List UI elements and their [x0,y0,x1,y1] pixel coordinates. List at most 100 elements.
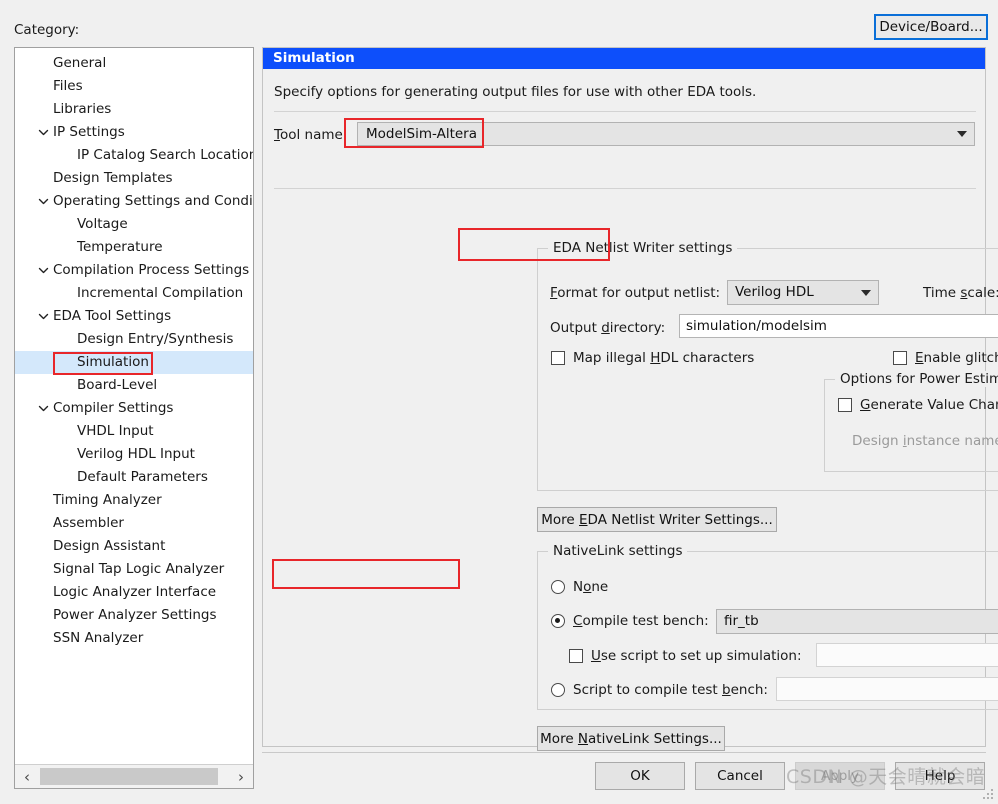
ok-button-label: OK [630,768,650,784]
tree-item-verilog-hdl-input[interactable]: Verilog HDL Input [15,443,253,466]
tree-item-compilation-process-settings[interactable]: Compilation Process Settings [15,259,253,282]
use-script-setup-label: Use script to set up simulation: [591,648,802,664]
tree-item-signal-tap-logic-analyzer[interactable]: Signal Tap Logic Analyzer [15,558,253,581]
tree-item-label: IP Catalog Search Locations [77,147,253,163]
tree-item-label: Logic Analyzer Interface [53,584,217,600]
tree-item-ip-settings[interactable]: IP Settings [15,121,253,144]
format-label: Format for output netlist: [550,285,721,301]
tree-item-label: Verilog HDL Input [77,446,195,462]
tree-item-label: Incremental Compilation [77,285,244,301]
tree-item-operating-settings-and-conditions[interactable]: Operating Settings and Conditions [15,190,253,213]
tree-item-design-templates[interactable]: Design Templates [15,167,253,190]
use-script-setup-checkbox[interactable] [569,649,583,663]
compile-test-bench-dropdown[interactable]: fir_tb [716,609,998,634]
tree-item-compiler-settings[interactable]: Compiler Settings [15,397,253,420]
chevron-down-icon[interactable] [36,305,50,328]
enable-glitch-filtering-checkbox[interactable] [893,351,907,365]
compile-test-bench-value: fir_tb [724,613,759,629]
map-illegal-hdl-checkbox[interactable] [551,351,565,365]
tree-item-label: EDA Tool Settings [53,308,172,324]
resize-grip[interactable] [983,789,995,801]
chevron-down-icon[interactable] [36,190,50,213]
help-button[interactable]: Help [895,762,985,790]
nativelink-none-radio[interactable] [551,580,565,594]
tree-item-label: IP Settings [53,124,125,140]
tree-item-board-level[interactable]: Board-Level [15,374,253,397]
more-eda-netlist-writer-settings-button[interactable]: More EDA Netlist Writer Settings... [537,507,777,532]
generate-vcd-checkbox[interactable] [838,398,852,412]
format-value: Verilog HDL [735,284,814,300]
chevron-down-icon[interactable] [36,259,50,282]
tree-item-vhdl-input[interactable]: VHDL Input [15,420,253,443]
tree-item-label: VHDL Input [77,423,154,439]
tree-item-eda-tool-settings[interactable]: EDA Tool Settings [15,305,253,328]
compile-test-bench-radio-row[interactable]: Compile test bench: [551,613,709,629]
tree-item-label: Simulation [77,354,149,370]
use-script-setup-input[interactable] [816,643,998,667]
nativelink-settings-group: NativeLink settings None Compile test be… [537,543,998,710]
enable-glitch-filtering-checkbox-row[interactable]: Enable glitch filtering [893,350,998,366]
tree-item-incremental-compilation[interactable]: Incremental Compilation [15,282,253,305]
compile-test-bench-label: Compile test bench: [573,613,709,629]
generate-vcd-checkbox-row[interactable]: Generate Value Change Dump (VCD) file sc… [838,397,998,413]
tree-item-general[interactable]: General [15,52,253,75]
category-label: Category: [14,22,80,38]
tree-item-label: Design Assistant [53,538,166,554]
tree-item-files[interactable]: Files [15,75,253,98]
enable-glitch-filtering-label: Enable glitch filtering [915,350,998,366]
tool-name-dropdown[interactable]: ModelSim-Altera [357,122,975,146]
tree-item-design-assistant[interactable]: Design Assistant [15,535,253,558]
ok-button[interactable]: OK [595,762,685,790]
nativelink-none-radio-row[interactable]: None [551,579,608,595]
tree-item-power-analyzer-settings[interactable]: Power Analyzer Settings [15,604,253,627]
cancel-button[interactable]: Cancel [695,762,785,790]
tree-item-temperature[interactable]: Temperature [15,236,253,259]
tree-item-label: Compilation Process Settings [53,262,250,278]
more-eda-button-label: More EDA Netlist Writer Settings... [541,511,773,528]
tree-item-label: Timing Analyzer [53,492,162,508]
tree-item-label: Design Entry/Synthesis [77,331,234,347]
panel-description: Specify options for generating output fi… [274,84,757,100]
apply-button[interactable]: Apply [795,762,885,790]
tree-item-design-entry-synthesis[interactable]: Design Entry/Synthesis [15,328,253,351]
divider [274,111,976,112]
compile-test-bench-radio[interactable] [551,614,565,628]
tree-item-default-parameters[interactable]: Default Parameters [15,466,253,489]
output-directory-input[interactable]: simulation/modelsim [679,314,998,338]
tree-item-ssn-analyzer[interactable]: SSN Analyzer [15,627,253,650]
output-directory-label: Output directory: [550,320,666,336]
script-compile-tb-radio-row[interactable]: Script to compile test bench: [551,682,768,698]
map-illegal-hdl-label: Map illegal HDL characters [573,350,755,366]
use-script-setup-checkbox-row[interactable]: Use script to set up simulation: [569,648,802,664]
nativelink-none-label: None [573,579,609,595]
divider [274,188,976,189]
tree-item-label: Default Parameters [77,469,208,485]
category-tree[interactable]: General Files Libraries IP Settings IP Catal… [14,47,254,789]
nativelink-group-title: NativeLink settings [548,543,688,559]
tree-item-libraries[interactable]: Libraries [15,98,253,121]
script-compile-tb-radio[interactable] [551,683,565,697]
device-board-button-label: Device/Board... [879,19,983,35]
tree-item-timing-analyzer[interactable]: Timing Analyzer [15,489,253,512]
tree-item-label: Power Analyzer Settings [53,607,217,623]
generate-vcd-label: Generate Value Change Dump (VCD) file sc… [860,397,998,413]
script-compile-tb-input[interactable] [776,677,998,701]
device-board-button[interactable]: Device/Board... [874,14,988,40]
more-nativelink-settings-button[interactable]: More NativeLink Settings... [537,726,725,751]
format-dropdown[interactable]: Verilog HDL [727,280,879,305]
help-button-label: Help [924,768,956,784]
tree-item-ip-catalog-search-locations[interactable]: IP Catalog Search Locations [15,144,253,167]
tree-item-simulation[interactable]: Simulation [15,351,253,374]
map-illegal-hdl-checkbox-row[interactable]: Map illegal HDL characters [551,350,754,366]
chevron-down-icon [957,131,967,137]
tree-item-assembler[interactable]: Assembler [15,512,253,535]
tree-item-voltage[interactable]: Voltage [15,213,253,236]
category-tree-items: General Files Libraries IP Settings IP Catal… [15,52,253,763]
chevron-down-icon[interactable] [36,121,50,144]
design-instance-name-label: Design instance name: [852,433,998,449]
tree-item-logic-analyzer-interface[interactable]: Logic Analyzer Interface [15,581,253,604]
power-estimation-group-title: Options for Power Estimation [835,371,998,387]
tree-item-label: Compiler Settings [53,400,174,416]
chevron-down-icon[interactable] [36,397,50,420]
more-nativelink-button-label: More NativeLink Settings... [540,730,722,747]
